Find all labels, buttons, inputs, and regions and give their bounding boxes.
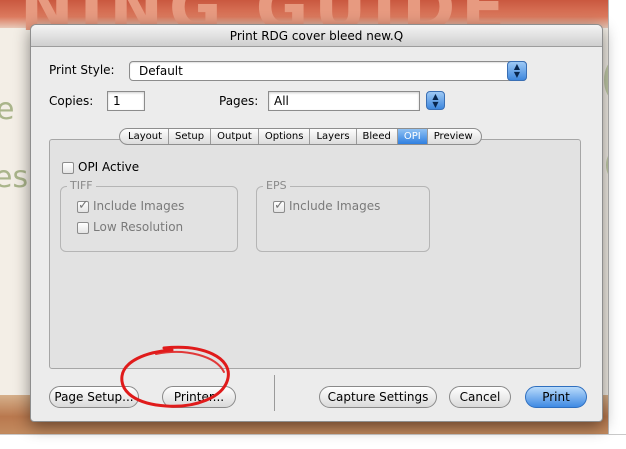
tiff-group: TIFF Include Images Low Resolution	[60, 179, 238, 252]
tiff-low-resolution-label: Low Resolution	[93, 220, 184, 234]
dialog-title: Print RDG cover bleed new.Q	[31, 25, 602, 47]
tab-preview[interactable]: Preview	[428, 129, 481, 144]
eps-group-label: EPS	[263, 179, 290, 192]
tiff-include-images-checkbox[interactable]: Include Images	[77, 198, 185, 213]
print-button[interactable]: Print	[525, 386, 587, 408]
tiff-low-resolution-checkbox[interactable]: Low Resolution	[77, 220, 183, 234]
opi-active-checkbox[interactable]: OPI Active	[62, 160, 139, 174]
tab-opi[interactable]: OPI	[397, 129, 428, 144]
capture-settings-button[interactable]: Capture Settings	[319, 386, 437, 408]
eps-include-images-checkbox[interactable]: Include Images	[273, 198, 381, 213]
document-page-edge	[0, 434, 626, 449]
print-style-popup[interactable]: Default ▲ ▼	[129, 61, 527, 81]
button-separator	[274, 375, 275, 411]
tab-output[interactable]: Output	[211, 129, 259, 144]
checkmark-icon	[273, 198, 285, 213]
eps-include-images-label: Include Images	[289, 199, 381, 213]
tiff-group-label: TIFF	[67, 179, 96, 192]
tab-bleed[interactable]: Bleed	[357, 129, 398, 144]
tab-bar: Layout Setup Output Options Layers Bleed…	[119, 128, 482, 145]
eps-group: EPS Include Images	[256, 179, 430, 252]
tab-layout[interactable]: Layout	[120, 129, 169, 144]
pages-label: Pages:	[219, 94, 259, 108]
checkmark-icon	[77, 198, 89, 213]
up-down-arrows-icon: ▲ ▼	[507, 61, 527, 81]
document-page-edge	[608, 0, 626, 449]
checkbox-icon	[62, 161, 74, 174]
opi-active-label: OPI Active	[78, 160, 140, 174]
pages-field[interactable]: All	[268, 91, 420, 111]
print-style-value: Default	[139, 64, 183, 78]
print-dialog: Print RDG cover bleed new.Q Print Style:…	[30, 24, 603, 422]
background-letter: e	[0, 92, 15, 127]
cancel-button[interactable]: Cancel	[449, 386, 511, 408]
checkbox-icon	[77, 221, 89, 234]
printer-button[interactable]: Printer...	[162, 386, 236, 408]
print-style-row: Print Style:	[49, 63, 115, 77]
tab-options[interactable]: Options	[259, 129, 311, 144]
tiff-include-images-label: Include Images	[93, 199, 185, 213]
tab-layers[interactable]: Layers	[310, 129, 357, 144]
page-setup-button[interactable]: Page Setup...	[49, 386, 139, 408]
tab-panel: OPI Active TIFF Include Images Low Resol…	[49, 139, 581, 369]
print-style-label: Print Style:	[49, 63, 115, 77]
tab-setup[interactable]: Setup	[169, 129, 212, 144]
background-letter: es	[0, 160, 29, 195]
copies-field[interactable]: 1	[107, 91, 145, 111]
pages-popup-arrows-icon[interactable]: ▲ ▼	[426, 91, 445, 110]
copies-label: Copies:	[49, 94, 94, 108]
